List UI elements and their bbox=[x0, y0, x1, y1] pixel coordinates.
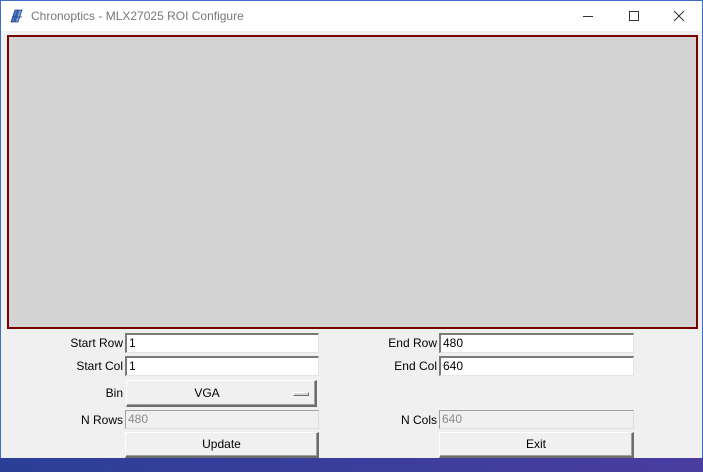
n-rows-input bbox=[125, 410, 319, 429]
close-button[interactable] bbox=[656, 1, 702, 31]
roi-preview-canvas[interactable] bbox=[7, 35, 698, 329]
title-bar[interactable]: Chronoptics - MLX27025 ROI Configure bbox=[1, 1, 702, 31]
maximize-button[interactable] bbox=[611, 1, 657, 31]
end-col-label: End Col bbox=[394, 359, 437, 373]
end-col-input[interactable] bbox=[439, 356, 634, 376]
n-cols-label: N Cols bbox=[400, 413, 437, 427]
bin-label: Bin bbox=[105, 386, 123, 400]
exit-button[interactable]: Exit bbox=[439, 432, 634, 458]
option-menu-indicator-icon bbox=[293, 392, 309, 396]
minimize-button[interactable] bbox=[565, 1, 611, 31]
chronoptics-app-icon bbox=[9, 8, 25, 24]
maximize-icon bbox=[629, 11, 639, 21]
n-rows-label: N Rows bbox=[80, 413, 123, 427]
taskbar-strip bbox=[0, 458, 703, 472]
end-row-label: End Row bbox=[388, 336, 437, 350]
start-col-input[interactable] bbox=[125, 356, 319, 376]
update-button[interactable]: Update bbox=[125, 432, 319, 458]
end-row-input[interactable] bbox=[439, 333, 634, 353]
minimize-icon bbox=[583, 16, 593, 17]
roi-configure-window: Chronoptics - MLX27025 ROI Configure Sta… bbox=[0, 0, 703, 459]
n-cols-input bbox=[439, 410, 634, 429]
bin-option-menu[interactable]: VGA bbox=[126, 380, 317, 407]
window-title: Chronoptics - MLX27025 ROI Configure bbox=[31, 9, 244, 23]
start-col-label: Start Col bbox=[76, 359, 123, 373]
start-row-label: Start Row bbox=[70, 336, 123, 350]
start-row-input[interactable] bbox=[125, 333, 319, 353]
close-icon bbox=[673, 10, 685, 22]
bin-selected-value: VGA bbox=[194, 386, 220, 400]
